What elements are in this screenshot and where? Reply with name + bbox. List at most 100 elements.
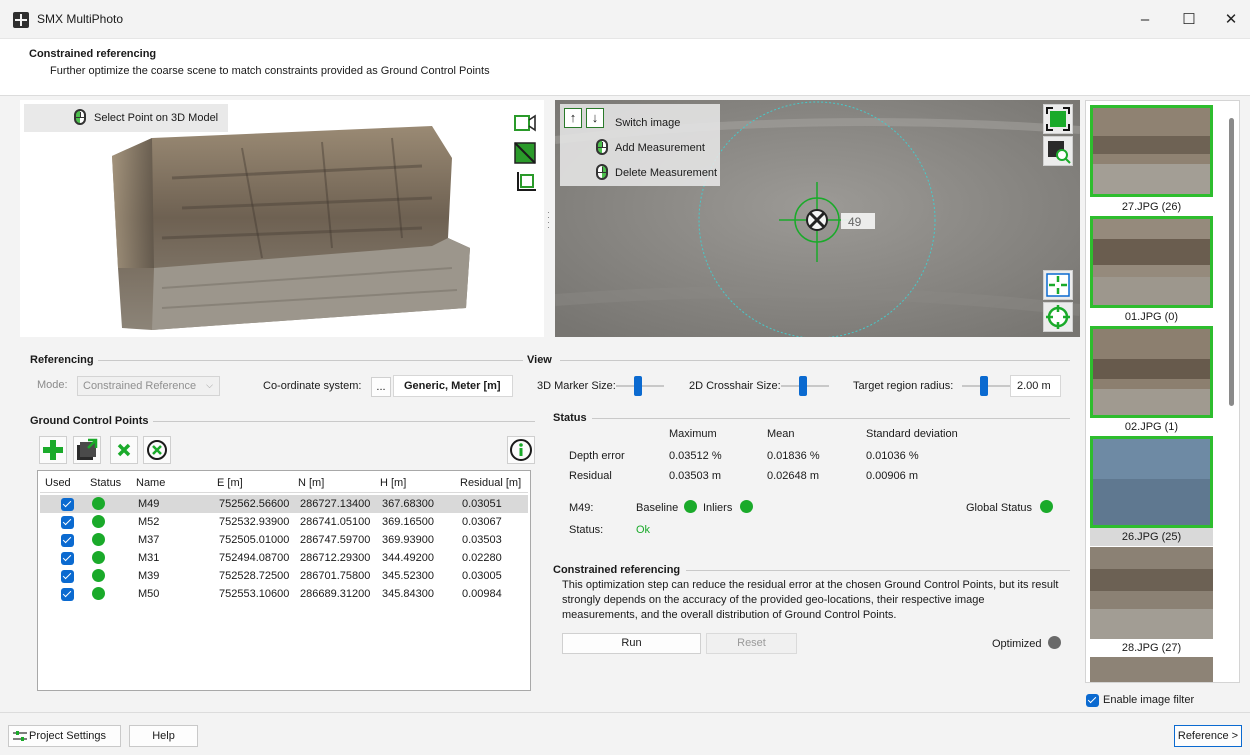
remove-gcp-button[interactable] bbox=[110, 436, 138, 464]
selected-point-label: M49: bbox=[569, 502, 594, 514]
column-header-e[interactable]: E [m] bbox=[217, 477, 243, 489]
thumbnail-image[interactable] bbox=[1090, 547, 1213, 639]
close-button[interactable]: ✕ bbox=[1208, 8, 1250, 32]
thumbnail-scrollbar[interactable] bbox=[1229, 118, 1234, 406]
gcp-northing-cell: 286727.13400 bbox=[300, 498, 371, 510]
thumbnail-image[interactable] bbox=[1090, 216, 1213, 308]
target-region-button[interactable] bbox=[1043, 302, 1073, 332]
thumbnail-image[interactable] bbox=[1090, 657, 1213, 683]
used-checkbox[interactable] bbox=[61, 498, 74, 511]
gcp-info-button[interactable] bbox=[507, 436, 535, 464]
page-title: Constrained referencing bbox=[29, 48, 157, 60]
target-region-radius-slider[interactable] bbox=[962, 375, 1010, 397]
table-row[interactable]: M37 752505.01000 286747.59700 369.93900 0.03… bbox=[40, 531, 528, 549]
used-checkbox[interactable] bbox=[61, 534, 74, 547]
used-checkbox[interactable] bbox=[61, 570, 74, 583]
gcp-northing-cell: 286701.75800 bbox=[300, 570, 371, 582]
status-col-mean: Mean bbox=[767, 428, 795, 440]
crosshair-2d-size-slider[interactable] bbox=[781, 375, 829, 397]
column-header-used[interactable]: Used bbox=[45, 477, 71, 489]
viewport-splitter-handle[interactable]: · · · · bbox=[547, 208, 551, 232]
used-checkbox[interactable] bbox=[61, 552, 74, 565]
gcp-height-cell: 345.52300 bbox=[382, 570, 434, 582]
gcp-residual-cell: 0.03503 bbox=[462, 534, 502, 546]
footer-divider bbox=[0, 712, 1250, 713]
mode-select-value: Constrained Reference bbox=[83, 380, 197, 392]
reference-next-button[interactable]: Reference > bbox=[1174, 725, 1242, 747]
column-header-residual[interactable]: Residual [m] bbox=[460, 477, 521, 489]
thumbnail-image[interactable] bbox=[1090, 105, 1213, 197]
clear-icon bbox=[147, 440, 167, 460]
gcp-residual-cell: 0.03051 bbox=[462, 498, 502, 510]
camera-view-button[interactable] bbox=[512, 110, 538, 136]
thumbnail-image-selected[interactable] bbox=[1090, 436, 1213, 528]
plane-view-button[interactable] bbox=[512, 140, 538, 166]
mode-label: Mode: bbox=[37, 379, 68, 391]
add-gcp-button[interactable] bbox=[39, 436, 67, 464]
mode-select[interactable]: Constrained Reference ⌵ bbox=[77, 376, 220, 396]
depth-error-label: Depth error bbox=[569, 450, 625, 462]
gcp-status-indicator bbox=[92, 569, 105, 582]
table-row[interactable]: M50 752553.10600 286689.31200 345.84300 0.00… bbox=[40, 585, 528, 603]
add-measurement-label: Add Measurement bbox=[615, 142, 705, 154]
clear-all-gcp-button[interactable] bbox=[143, 436, 171, 464]
select-point-hint: Select Point on 3D Model bbox=[24, 104, 228, 132]
plane-icon bbox=[514, 142, 536, 164]
fit-to-view-button[interactable] bbox=[1043, 104, 1073, 134]
coordinate-system-label: Co-ordinate system: bbox=[263, 380, 362, 392]
center-icon bbox=[1046, 273, 1070, 297]
image-2d-viewport[interactable]: 49 ↑ ↓ Switch image Add Measurement Dele… bbox=[555, 100, 1080, 337]
view-section-title: View bbox=[527, 354, 556, 366]
used-checkbox[interactable] bbox=[61, 588, 74, 601]
help-button[interactable]: Help bbox=[129, 725, 198, 747]
column-header-h[interactable]: H [m] bbox=[380, 477, 406, 489]
status-col-std: Standard deviation bbox=[866, 428, 958, 440]
run-button[interactable]: Run bbox=[562, 633, 701, 654]
target-region-radius-field[interactable]: 2.00 m bbox=[1010, 375, 1061, 397]
table-row[interactable]: M39 752528.72500 286701.75800 345.52300 0.03… bbox=[40, 567, 528, 585]
gcp-easting-cell: 752494.08700 bbox=[219, 552, 290, 564]
thumbnail-image[interactable] bbox=[1090, 326, 1213, 418]
gcp-easting-cell: 752528.72500 bbox=[219, 570, 290, 582]
title-bar: SMX MultiPhoto – ☐ ✕ bbox=[0, 0, 1250, 38]
maximize-button[interactable]: ☐ bbox=[1166, 8, 1212, 32]
gcp-table[interactable]: Used Status Name E [m] N [m] H [m] Resid… bbox=[37, 470, 531, 691]
used-checkbox[interactable] bbox=[61, 516, 74, 529]
slider-thumb[interactable] bbox=[980, 376, 988, 396]
image-down-button[interactable]: ↓ bbox=[586, 108, 604, 128]
center-crosshair-button[interactable] bbox=[1043, 270, 1073, 300]
switch-image-label: Switch image bbox=[615, 117, 681, 129]
project-settings-button[interactable]: Project Settings bbox=[8, 725, 121, 747]
slider-thumb[interactable] bbox=[799, 376, 807, 396]
column-header-name[interactable]: Name bbox=[136, 477, 165, 489]
table-row[interactable]: M31 752494.08700 286712.29300 344.49200 0.02… bbox=[40, 549, 528, 567]
marker-3d-size-slider[interactable] bbox=[616, 375, 664, 397]
referencing-divider bbox=[98, 360, 523, 361]
column-header-status[interactable]: Status bbox=[90, 477, 121, 489]
depth-error-mean: 0.01836 % bbox=[767, 450, 820, 462]
thumbnail-label: 27.JPG (26) bbox=[1121, 201, 1182, 213]
status-divider bbox=[592, 418, 1070, 419]
import-gcp-button[interactable] bbox=[73, 436, 101, 464]
image-up-button[interactable]: ↑ bbox=[564, 108, 582, 128]
constrained-description: This optimization step can reduce the re… bbox=[562, 579, 1059, 621]
coordinate-system-browse-button[interactable]: ... bbox=[371, 377, 391, 397]
table-row[interactable]: M49 752562.56600 286727.13400 367.68300 0.03… bbox=[40, 495, 528, 513]
column-header-n[interactable]: N [m] bbox=[298, 477, 324, 489]
model-3d-viewport[interactable]: Select Point on 3D Model bbox=[20, 100, 544, 337]
table-row[interactable]: M52 752532.93900 286741.05100 369.16500 0.03… bbox=[40, 513, 528, 531]
enable-image-filter-checkbox[interactable] bbox=[1086, 694, 1099, 707]
minimize-button[interactable]: – bbox=[1122, 8, 1168, 32]
thumbnail-label: 02.JPG (1) bbox=[1124, 421, 1179, 433]
zoom-region-button[interactable] bbox=[1043, 136, 1073, 166]
crop-view-button[interactable] bbox=[512, 170, 538, 196]
fit-icon bbox=[1046, 107, 1070, 131]
slider-thumb[interactable] bbox=[634, 376, 642, 396]
import-icon bbox=[77, 438, 98, 460]
gcp-residual-cell: 0.03067 bbox=[462, 516, 502, 528]
baseline-status-indicator bbox=[684, 500, 697, 513]
residual-label: Residual bbox=[569, 470, 612, 482]
chevron-down-icon: ⌵ bbox=[206, 380, 213, 390]
reset-button[interactable]: Reset bbox=[706, 633, 797, 654]
thumbnail-list[interactable]: 27.JPG (26) 01.JPG (0) 02.JPG (1) 26.JPG… bbox=[1085, 100, 1240, 683]
